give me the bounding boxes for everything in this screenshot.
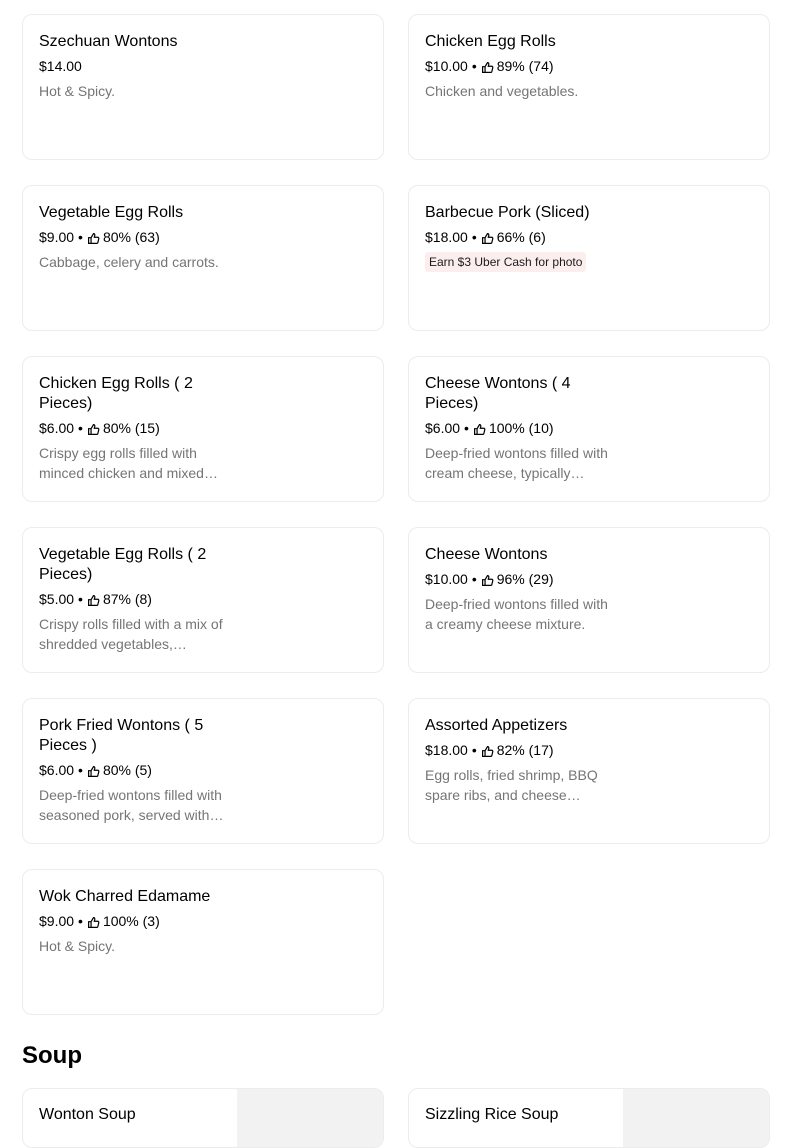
price-rating-line: $10.00 • 96% (29): [425, 570, 753, 588]
item-rating: 82% (17): [496, 742, 554, 758]
price-rating-line: $10.00 • 89% (74): [425, 57, 753, 75]
price-rating-line: $6.00 • 80% (15): [39, 419, 367, 437]
soup-items-row: Wonton Soup Sizzling Rice Soup: [22, 1088, 770, 1148]
item-name: Barbecue Pork (Sliced): [425, 204, 590, 221]
item-name: Vegetable Egg Rolls ( 2 Pieces): [39, 546, 207, 583]
menu-item-card[interactable]: Chicken Egg Rolls ( 2 Pieces) $6.00 • 80% (…: [22, 356, 384, 502]
item-name: Assorted Appetizers: [425, 717, 568, 734]
thumbs-up-icon: [481, 60, 494, 73]
thumbs-up-icon: [87, 764, 100, 777]
item-name: Sizzling Rice Soup: [425, 1106, 559, 1123]
item-price: $5.00: [39, 591, 75, 607]
menu-item-card[interactable]: Vegetable Egg Rolls ( 2 Pieces) $5.00 • 87%…: [22, 527, 384, 673]
item-price: $18.00: [425, 742, 468, 758]
item-price: $10.00: [425, 571, 468, 587]
price-rating-line: $14.00: [39, 57, 367, 75]
item-rating: 80% (63): [102, 229, 160, 245]
thumbs-up-icon: [481, 231, 494, 244]
menu-item-card[interactable]: Sizzling Rice Soup: [408, 1088, 770, 1148]
item-description: Crispy egg rolls filled with minced chic…: [39, 445, 204, 481]
item-name: Wonton Soup: [39, 1106, 136, 1123]
item-name: Cheese Wontons ( 4 Pieces): [425, 375, 571, 412]
separator-dot: •: [78, 229, 83, 245]
separator-dot: •: [464, 420, 469, 436]
item-name: Chicken Egg Rolls: [425, 33, 556, 50]
item-name: Cheese Wontons: [425, 546, 548, 563]
menu-item-card[interactable]: Chicken Egg Rolls $10.00 • 89% (74) Chicken …: [408, 14, 770, 160]
item-name: Chicken Egg Rolls ( 2 Pieces): [39, 375, 193, 412]
price-rating-line: $9.00 • 80% (63): [39, 228, 367, 246]
item-name: Szechuan Wontons: [39, 33, 178, 50]
item-description: Hot & Spicy.: [39, 938, 115, 954]
item-rating: 66% (6): [496, 229, 546, 245]
thumbs-up-icon: [87, 915, 100, 928]
menu-item-card[interactable]: Vegetable Egg Rolls $9.00 • 80% (63) Cabbage…: [22, 185, 384, 331]
item-price: $10.00: [425, 58, 468, 74]
item-price: $6.00: [39, 420, 75, 436]
price-rating-line: $6.00 • 100% (10): [425, 419, 753, 437]
thumbs-up-icon: [481, 573, 494, 586]
separator-dot: •: [471, 571, 477, 587]
item-rating: 80% (15): [102, 420, 160, 436]
item-description: Deep-fried wontons filled with cream che…: [425, 445, 608, 481]
item-description: Deep-fried wontons filled with seasoned …: [39, 787, 222, 823]
item-price: $6.00: [425, 420, 461, 436]
thumbs-up-icon: [481, 744, 494, 757]
promo-badge: Earn $3 Uber Cash for photo: [425, 252, 587, 272]
item-rating: 89% (74): [496, 58, 554, 74]
thumbs-up-icon: [87, 593, 100, 606]
price-rating-line: $5.00 • 87% (8): [39, 590, 367, 608]
menu-item-card[interactable]: Wonton Soup: [22, 1088, 384, 1148]
separator-dot: •: [78, 762, 83, 778]
item-name: Vegetable Egg Rolls: [39, 204, 184, 221]
item-image: [623, 1089, 769, 1147]
menu-item-card[interactable]: Assorted Appetizers $18.00 • 82% (17) Egg ro…: [408, 698, 770, 844]
item-description: Crispy rolls filled with a mix of shredd…: [39, 616, 223, 652]
item-description: Cabbage, celery and carrots.: [39, 254, 219, 270]
item-name: Wok Charred Edamame: [39, 888, 211, 905]
menu-item-card[interactable]: Cheese Wontons ( 4 Pieces) $6.00 • 100% (10…: [408, 356, 770, 502]
section-title-soup: Soup: [22, 1042, 82, 1069]
item-name: Pork Fried Wontons ( 5 Pieces ): [39, 717, 204, 754]
separator-dot: •: [78, 420, 83, 436]
menu-item-card[interactable]: Wok Charred Edamame $9.00 • 100% (3) Hot & S…: [22, 869, 384, 1015]
price-rating-line: $18.00 • 82% (17): [425, 741, 753, 759]
price-rating-line: $6.00 • 80% (5): [39, 761, 367, 779]
menu-item-card[interactable]: Szechuan Wontons $14.00 Hot & Spicy.: [22, 14, 384, 160]
separator-dot: •: [471, 229, 477, 245]
menu-item-card[interactable]: Pork Fried Wontons ( 5 Pieces ) $6.00 • 80%…: [22, 698, 384, 844]
separator-dot: •: [78, 913, 83, 929]
thumbs-up-icon: [87, 231, 100, 244]
separator-dot: •: [471, 58, 477, 74]
item-price: $14.00: [39, 58, 82, 74]
item-rating: 100% (10): [488, 420, 554, 436]
item-rating: 100% (3): [102, 913, 160, 929]
item-description: Chicken and vegetables.: [425, 83, 579, 99]
thumbs-up-icon: [87, 422, 100, 435]
item-price: $9.00: [39, 229, 75, 245]
menu-item-card[interactable]: Cheese Wontons $10.00 • 96% (29) Deep-fried …: [408, 527, 770, 673]
item-rating: 96% (29): [496, 571, 554, 587]
item-description: Hot & Spicy.: [39, 83, 115, 99]
item-description: Deep-fried wontons filled with a creamy …: [425, 596, 608, 632]
price-rating-line: $18.00 • 66% (6): [425, 228, 753, 246]
item-price: $18.00: [425, 229, 468, 245]
item-description: Egg rolls, fried shrimp, BBQ spare ribs,…: [425, 767, 598, 803]
thumbs-up-icon: [473, 422, 486, 435]
item-image: [237, 1089, 383, 1147]
separator-dot: •: [471, 742, 477, 758]
item-rating: 87% (8): [102, 591, 152, 607]
menu-items-grid: Szechuan Wontons $14.00 Hot & Spicy. Chicke…: [22, 14, 770, 1015]
separator-dot: •: [78, 591, 83, 607]
item-price: $9.00: [39, 913, 75, 929]
item-rating: 80% (5): [102, 762, 152, 778]
menu-item-card[interactable]: Barbecue Pork (Sliced) $18.00 • 66% (6) Earn…: [408, 185, 770, 331]
item-price: $6.00: [39, 762, 75, 778]
price-rating-line: $9.00 • 100% (3): [39, 912, 367, 930]
